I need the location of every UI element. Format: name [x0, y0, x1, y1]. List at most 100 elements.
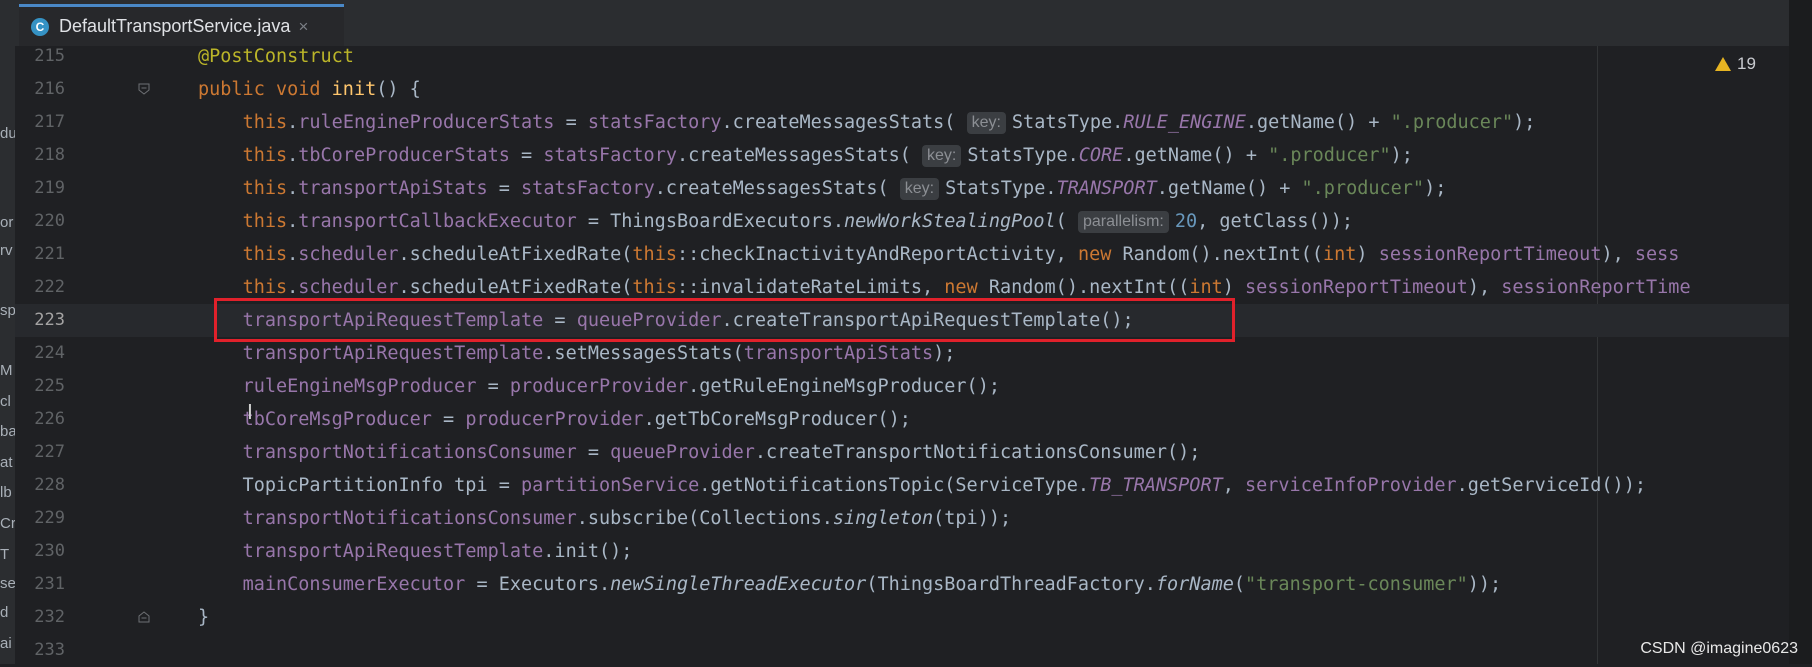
- code-token: .setMessagesStats(: [543, 343, 744, 364]
- code-text: transportNotificationsConsumer.subscribe…: [198, 502, 1012, 535]
- code-token: this: [242, 211, 288, 232]
- code-token: this: [632, 277, 677, 298]
- code-token: = Executors.: [465, 574, 611, 595]
- code-token: ),: [1467, 277, 1502, 298]
- parameter-hint: key:: [966, 112, 1006, 134]
- code-text: mainConsumerExecutor = Executors.newSing…: [198, 568, 1502, 601]
- code-text: transportNotificationsConsumer = queuePr…: [198, 436, 1201, 469]
- code-token: StatsType.: [945, 178, 1057, 199]
- code-token: sessionReportTime: [1501, 277, 1691, 298]
- code-text: this.transportCallbackExecutor = ThingsB…: [198, 205, 1353, 238]
- code-token: = ThingsBoardExecutors.: [576, 211, 845, 232]
- strip-text: at: [0, 454, 13, 471]
- code-editor[interactable]: 215 @PostConstruct 216 public void init(…: [15, 46, 1812, 664]
- code-text: this.scheduler.scheduleAtFixedRate(this:…: [198, 238, 1680, 271]
- parameter-hint: parallelism:: [1077, 211, 1169, 233]
- code-token: Random().nextInt((: [1122, 244, 1323, 265]
- code-token: );: [1513, 112, 1536, 133]
- code-token: .init();: [543, 541, 633, 562]
- code-token: tbCoreProducerStats: [298, 145, 510, 166]
- code-token: .getServiceId());: [1456, 475, 1646, 496]
- code-token: init: [331, 79, 377, 100]
- code-token: producerProvider: [465, 409, 644, 430]
- strip-text: du: [0, 125, 16, 142]
- code-token: int: [1189, 277, 1223, 298]
- code-line: 215 @PostConstruct: [15, 40, 1802, 73]
- strip-text: or: [0, 214, 14, 231]
- code-token: =: [487, 178, 522, 199]
- code-token: );: [1424, 178, 1447, 199]
- java-class-icon: C: [31, 17, 49, 36]
- watermark: CSDN @imagine0623: [1640, 640, 1798, 657]
- code-token: "transport-consumer": [1245, 574, 1468, 595]
- code-text: public void init() {: [198, 73, 421, 106]
- close-icon[interactable]: ×: [298, 17, 308, 37]
- code-text: }: [198, 601, 209, 634]
- code-token: sessionReportTimeout: [1378, 244, 1602, 265]
- line-number: 216: [34, 79, 65, 99]
- highlight-annotation-box: [214, 298, 1235, 342]
- code-token: int: [1323, 244, 1357, 265]
- code-token: =: [431, 409, 466, 430]
- code-line: 226 tbCoreMsgProducer = producerProvider…: [15, 403, 1802, 436]
- strip-text: T: [0, 546, 10, 563]
- code-token: this: [242, 145, 288, 166]
- tab-label: DefaultTransportService.java: [59, 16, 291, 36]
- code-token: scheduler: [298, 244, 399, 265]
- code-token: ::checkInactivityAndReportActivity,: [676, 244, 1078, 265]
- line-number: 223: [34, 310, 65, 330]
- fold-end-icon[interactable]: [138, 611, 150, 623]
- code-token: .createMessagesStats(: [721, 112, 967, 133]
- code-token: this: [242, 277, 288, 298]
- code-token: ::invalidateRateLimits,: [676, 277, 945, 298]
- code-token: transportNotificationsConsumer: [242, 442, 577, 463]
- code-token: TopicPartitionInfo tpi =: [198, 475, 522, 496]
- code-token: ),: [1601, 244, 1635, 265]
- code-token: mainConsumerExecutor: [242, 574, 466, 595]
- code-token: TRANSPORT: [1056, 178, 1157, 199]
- code-token: );: [933, 343, 956, 364]
- code-line: 218 this.tbCoreProducerStats = statsFact…: [15, 139, 1802, 172]
- code-line: 232 }: [15, 601, 1802, 634]
- strip-text: cl: [0, 393, 11, 410]
- fold-icon[interactable]: [138, 83, 150, 95]
- code-token: (ThingsBoardThreadFactory.: [866, 574, 1156, 595]
- code-token: statsFactory: [543, 145, 677, 166]
- code-token: .getTbCoreMsgProducer();: [643, 409, 911, 430]
- code-token: CORE: [1078, 145, 1124, 166]
- code-text: ruleEngineMsgProducer = producerProvider…: [198, 370, 1000, 403]
- code-token: Random().nextInt((: [988, 277, 1190, 298]
- code-token: .: [287, 211, 299, 232]
- parameter-hint: key:: [922, 145, 962, 167]
- code-token: .scheduleAtFixedRate(: [398, 277, 633, 298]
- code-token: .getRuleEngineMsgProducer();: [688, 376, 1000, 397]
- code-token: ,: [1222, 475, 1245, 496]
- code-line: 217 this.ruleEngineProducerStats = stats…: [15, 106, 1802, 139]
- code-token: .getName() +: [1123, 145, 1269, 166]
- code-token: TB_TRANSPORT: [1089, 475, 1223, 496]
- parameter-hint: key:: [899, 178, 940, 200]
- code-token: .createTransportNotificationsConsumer();: [754, 442, 1201, 463]
- inspection-warnings[interactable]: 19: [1715, 54, 1756, 74]
- code-token: =: [554, 112, 588, 133]
- strip-text: sp: [0, 302, 16, 319]
- code-token: public: [198, 79, 276, 100]
- code-token: queueProvider: [610, 442, 755, 463]
- editor-scrollbar[interactable]: [1789, 0, 1812, 664]
- code-line: 230 transportApiRequestTemplate.init();: [15, 535, 1802, 568]
- line-number: 220: [34, 211, 65, 231]
- strip-text: se: [0, 575, 16, 592]
- code-line: 219 this.transportApiStats = statsFactor…: [15, 172, 1802, 205]
- code-token: .: [287, 145, 299, 166]
- warning-triangle-icon: [1715, 57, 1731, 71]
- line-number: 232: [34, 607, 65, 627]
- code-line: 229 transportNotificationsConsumer.subsc…: [15, 502, 1802, 535]
